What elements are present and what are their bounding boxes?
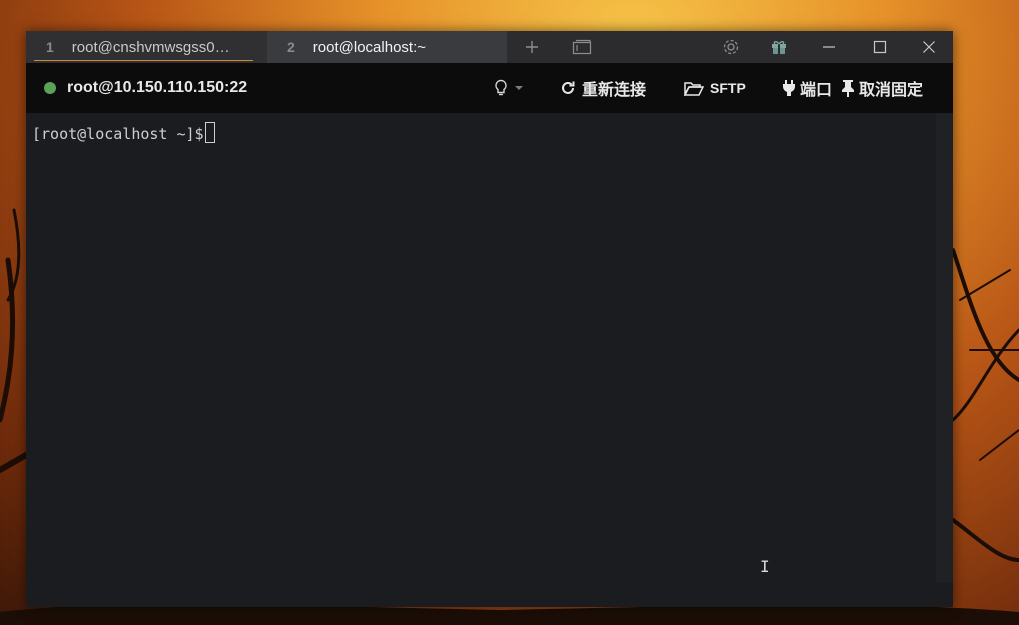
tab-index: 1	[46, 39, 54, 55]
terminal-window: 1 root@cnshvmwsgss0… 2 root@localhost:~	[26, 31, 953, 607]
connection-status-dot	[44, 82, 56, 94]
gear-icon[interactable]	[707, 31, 755, 63]
ibeam-cursor-icon: I	[760, 557, 770, 576]
maximize-icon[interactable]	[855, 31, 905, 63]
unpin-label: 取消固定	[859, 82, 924, 99]
tab-underline	[34, 60, 253, 61]
close-icon[interactable]	[905, 31, 953, 63]
unpin-button[interactable]: 取消固定	[841, 63, 923, 113]
port-button[interactable]: 端口	[782, 63, 832, 113]
prompt-text: [root@localhost ~]$	[32, 125, 204, 143]
sftp-button[interactable]: SFTP	[684, 63, 746, 113]
plus-icon[interactable]	[507, 31, 557, 63]
terminal-output[interactable]: [root@localhost ~]$ I	[26, 113, 936, 607]
session-toolbar: root@10.150.110.150:22 重新连接 SFTP 端口 取消固定	[26, 63, 953, 113]
host-address: root@10.150.110.150:22	[67, 79, 248, 96]
tab-2[interactable]: 2 root@localhost:~	[267, 31, 507, 63]
folder-open-icon	[684, 81, 704, 96]
tab-title: root@localhost:~	[312, 38, 426, 56]
text-cursor	[204, 122, 215, 143]
pin-icon	[841, 79, 855, 97]
lightbulb-icon	[494, 79, 508, 97]
gift-icon[interactable]	[755, 31, 803, 63]
tab-bar: 1 root@cnshvmwsgss0… 2 root@localhost:~	[26, 31, 953, 63]
tab-index: 2	[287, 39, 295, 55]
tab-title: root@cnshvmwsgss0…	[71, 38, 230, 56]
minimize-icon[interactable]	[803, 31, 855, 63]
refresh-icon	[560, 80, 576, 96]
window-icon[interactable]	[557, 31, 607, 63]
prompt-line: [root@localhost ~]$	[32, 122, 215, 143]
chevron-down-icon	[514, 79, 524, 97]
hint-button[interactable]	[494, 63, 524, 113]
port-label: 端口	[800, 82, 833, 99]
plug-icon	[782, 79, 796, 97]
reconnect-label: 重新连接	[582, 82, 647, 99]
reconnect-button[interactable]: 重新连接	[560, 63, 646, 113]
scrollbar[interactable]	[936, 113, 953, 582]
sftp-label: SFTP	[710, 80, 746, 96]
tab-1[interactable]: 1 root@cnshvmwsgss0…	[26, 31, 267, 63]
